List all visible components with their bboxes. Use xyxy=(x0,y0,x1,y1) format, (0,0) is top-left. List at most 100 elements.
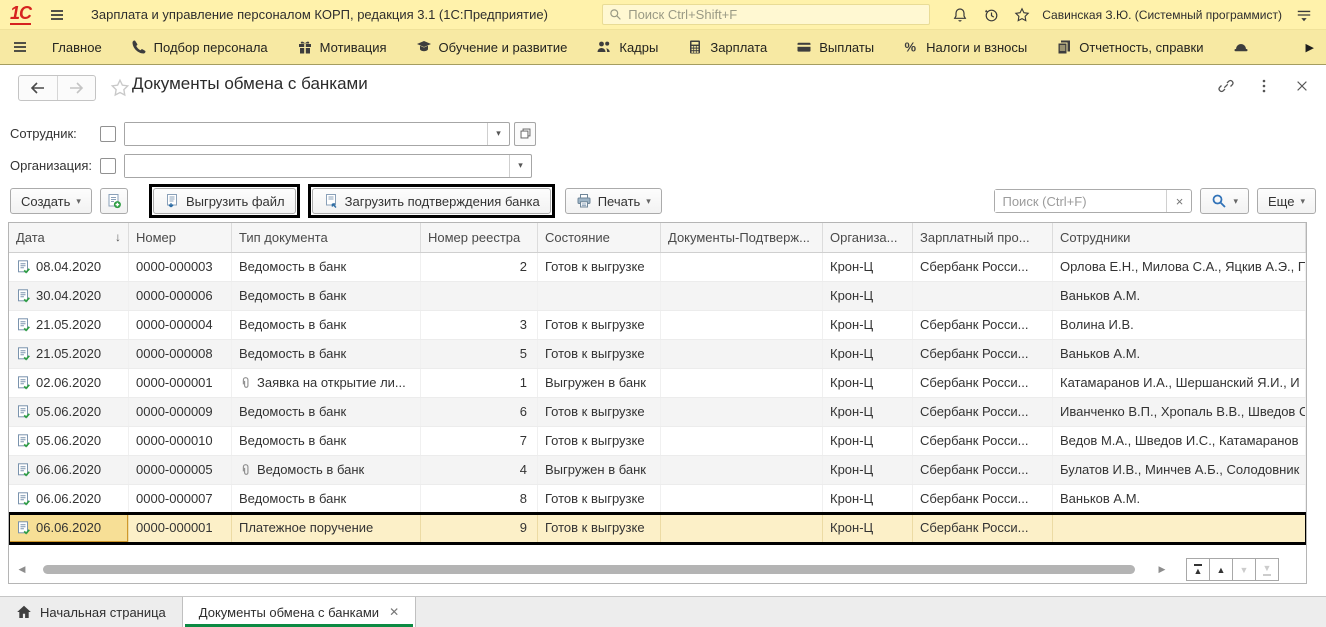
cell-number: 0000-000007 xyxy=(129,485,232,513)
cell-doc-type: Заявка на открытие ли... xyxy=(232,369,421,397)
menu-item-label: Зарплата xyxy=(710,39,768,55)
create-button[interactable]: Создать ▾ xyxy=(10,188,92,214)
table-row[interactable]: 06.06.2020 0000-000001 Платежное поручение… xyxy=(9,512,1306,545)
menubar-overflow-arrow[interactable]: ▶ xyxy=(1306,41,1314,54)
import-confirmations-button[interactable]: Загрузить подтверждения банка xyxy=(311,188,551,214)
column-header-6[interactable]: Организа... xyxy=(823,223,913,252)
tab-home[interactable]: Начальная страница xyxy=(0,597,182,627)
table-row[interactable]: 02.06.2020 0000-000001 Заявка на открытие … xyxy=(9,369,1306,398)
menu-item-7[interactable]: % Налоги и взносы xyxy=(903,39,1028,55)
column-header-8[interactable]: Сотрудники xyxy=(1053,223,1306,252)
scroll-up-button[interactable]: ▲ xyxy=(1209,558,1233,581)
table-row[interactable]: 06.06.2020 0000-000007 Ведомость в банк 8 Го… xyxy=(9,485,1306,514)
employee-input[interactable] xyxy=(125,122,487,145)
table-row[interactable]: 21.05.2020 0000-000008 Ведомость в банк 5 Го… xyxy=(9,340,1306,369)
cell-number: 0000-000001 xyxy=(129,514,232,542)
more-button[interactable]: Еще ▾ xyxy=(1257,188,1316,214)
employee-combo[interactable]: ▾ xyxy=(124,121,510,146)
cell-salary-project: Сбербанк Росси... xyxy=(913,485,1053,513)
menu-item-helmet-icon[interactable] xyxy=(1233,39,1249,55)
tab-bank-documents[interactable]: Документы обмена с банками ✕ xyxy=(181,597,417,627)
menu-item-4[interactable]: Кадры xyxy=(596,39,658,55)
table-row[interactable]: 08.04.2020 0000-000003 Ведомость в банк 2 Го… xyxy=(9,253,1306,282)
column-header-3[interactable]: Номер реестра xyxy=(421,223,538,252)
organization-combo[interactable]: ▾ xyxy=(124,153,532,178)
scrollbar-thumb[interactable] xyxy=(43,565,1135,574)
table-row[interactable]: 05.06.2020 0000-000010 Ведомость в банк 7 Го… xyxy=(9,427,1306,456)
clear-search-icon[interactable]: × xyxy=(1166,190,1191,212)
search-settings-button[interactable]: ▾ xyxy=(1200,188,1250,214)
table-row[interactable]: 21.05.2020 0000-000004 Ведомость в банк 3 Го… xyxy=(9,311,1306,340)
scroll-right-icon[interactable]: ▶ xyxy=(1149,564,1175,575)
menu-item-5[interactable]: Зарплата xyxy=(687,39,767,55)
back-button[interactable] xyxy=(19,76,57,100)
column-header-0[interactable]: Дата ↓ xyxy=(9,223,129,252)
document-icon xyxy=(16,344,32,361)
menu-item-8[interactable]: Отчетность, справки xyxy=(1056,39,1204,55)
main-burger-icon[interactable] xyxy=(49,7,65,23)
list-search-input[interactable] xyxy=(995,190,1167,212)
organization-checkbox[interactable] xyxy=(100,157,116,174)
column-header-2[interactable]: Тип документа xyxy=(232,223,421,252)
tab-bank-documents-label: Документы обмена с банками xyxy=(198,604,380,620)
cell-registry-number: 8 xyxy=(421,485,538,513)
cell-employees: Иванченко В.П., Хропаль В.В., Шведов С xyxy=(1053,398,1306,426)
scroll-left-icon[interactable]: ◀ xyxy=(9,564,35,575)
organization-input[interactable] xyxy=(125,154,509,177)
forward-button[interactable] xyxy=(56,76,96,100)
cell-state: Выгружен в банк xyxy=(538,369,661,397)
table-row[interactable]: 06.06.2020 0000-000005 Ведомость в банк 4 Вы… xyxy=(9,456,1306,485)
cell-registry-number: 5 xyxy=(421,340,538,368)
favorites-star-icon[interactable] xyxy=(1014,7,1030,23)
export-file-button[interactable]: Выгрузить файл xyxy=(152,188,296,214)
column-header-label: Документы-Подтверж... xyxy=(668,230,810,245)
employee-open-button[interactable] xyxy=(514,121,536,146)
column-header-7[interactable]: Зарплатный про... xyxy=(913,223,1053,252)
scroll-bottom-button[interactable]: ▼ xyxy=(1255,558,1279,581)
menu-item-0[interactable]: Главное xyxy=(52,40,102,55)
history-icon[interactable] xyxy=(983,7,999,23)
sections-burger-icon[interactable] xyxy=(12,39,28,55)
print-button[interactable]: Печать ▾ xyxy=(564,188,662,214)
list-search[interactable]: × xyxy=(994,189,1193,213)
more-menu-icon[interactable] xyxy=(1256,78,1272,94)
cell-state: Готов к выгрузке xyxy=(538,485,661,513)
menu-item-6[interactable]: Выплаты xyxy=(796,39,874,55)
employee-checkbox[interactable] xyxy=(100,125,116,142)
menu-item-2[interactable]: Мотивация xyxy=(297,39,387,55)
column-header-1[interactable]: Номер xyxy=(129,223,232,252)
get-link-icon[interactable] xyxy=(1218,78,1234,94)
table-row[interactable]: 30.04.2020 0000-000006 Ведомость в банк Кро… xyxy=(9,282,1306,311)
close-page-icon[interactable] xyxy=(1294,78,1310,94)
cell-organization: Крон-Ц xyxy=(823,340,913,368)
page-favorite-star-icon[interactable] xyxy=(110,78,130,98)
global-search[interactable] xyxy=(602,4,931,25)
column-header-label: Сотрудники xyxy=(1060,230,1131,245)
menu-item-1[interactable]: Подбор персонала xyxy=(131,39,268,55)
employee-dropdown-caret-icon[interactable]: ▾ xyxy=(487,122,509,145)
global-search-input[interactable] xyxy=(626,6,924,23)
notifications-bell-icon[interactable] xyxy=(952,7,968,23)
paperclip-icon xyxy=(239,372,253,388)
organization-dropdown-caret-icon[interactable]: ▾ xyxy=(509,154,531,177)
scroll-down-button[interactable]: ▼ xyxy=(1232,558,1256,581)
current-user[interactable]: Савинская З.Ю. (Системный программист) xyxy=(1042,8,1282,22)
cell-doc-type: Ведомость в банк xyxy=(232,427,421,455)
cell-confirm-docs xyxy=(661,398,823,426)
cell-employees: Ваньков А.М. xyxy=(1053,340,1306,368)
paperclip-icon xyxy=(239,459,253,475)
create-copy-button[interactable] xyxy=(99,188,128,214)
tab-close-icon[interactable]: ✕ xyxy=(389,605,399,619)
sections-menubar: Главное Подбор персонала Мотивация Обучение… xyxy=(0,30,1326,65)
cell-registry-number: 3 xyxy=(421,311,538,339)
table-row[interactable]: 05.06.2020 0000-000009 Ведомость в банк 6 Го… xyxy=(9,398,1306,427)
menu-item-3[interactable]: Обучение и развитие xyxy=(416,39,567,55)
open-pages-tabbar: Начальная страница Документы обмена с ба… xyxy=(0,596,1326,627)
column-header-4[interactable]: Состояние xyxy=(538,223,661,252)
column-header-5[interactable]: Документы-Подтверж... xyxy=(661,223,823,252)
column-header-label: Организа... xyxy=(830,230,898,245)
scroll-top-button[interactable]: ▲ xyxy=(1186,558,1210,581)
column-header-label: Номер реестра xyxy=(428,230,521,245)
main-menu-icon[interactable] xyxy=(1296,7,1312,23)
menu-item-label: Подбор персонала xyxy=(153,39,268,55)
